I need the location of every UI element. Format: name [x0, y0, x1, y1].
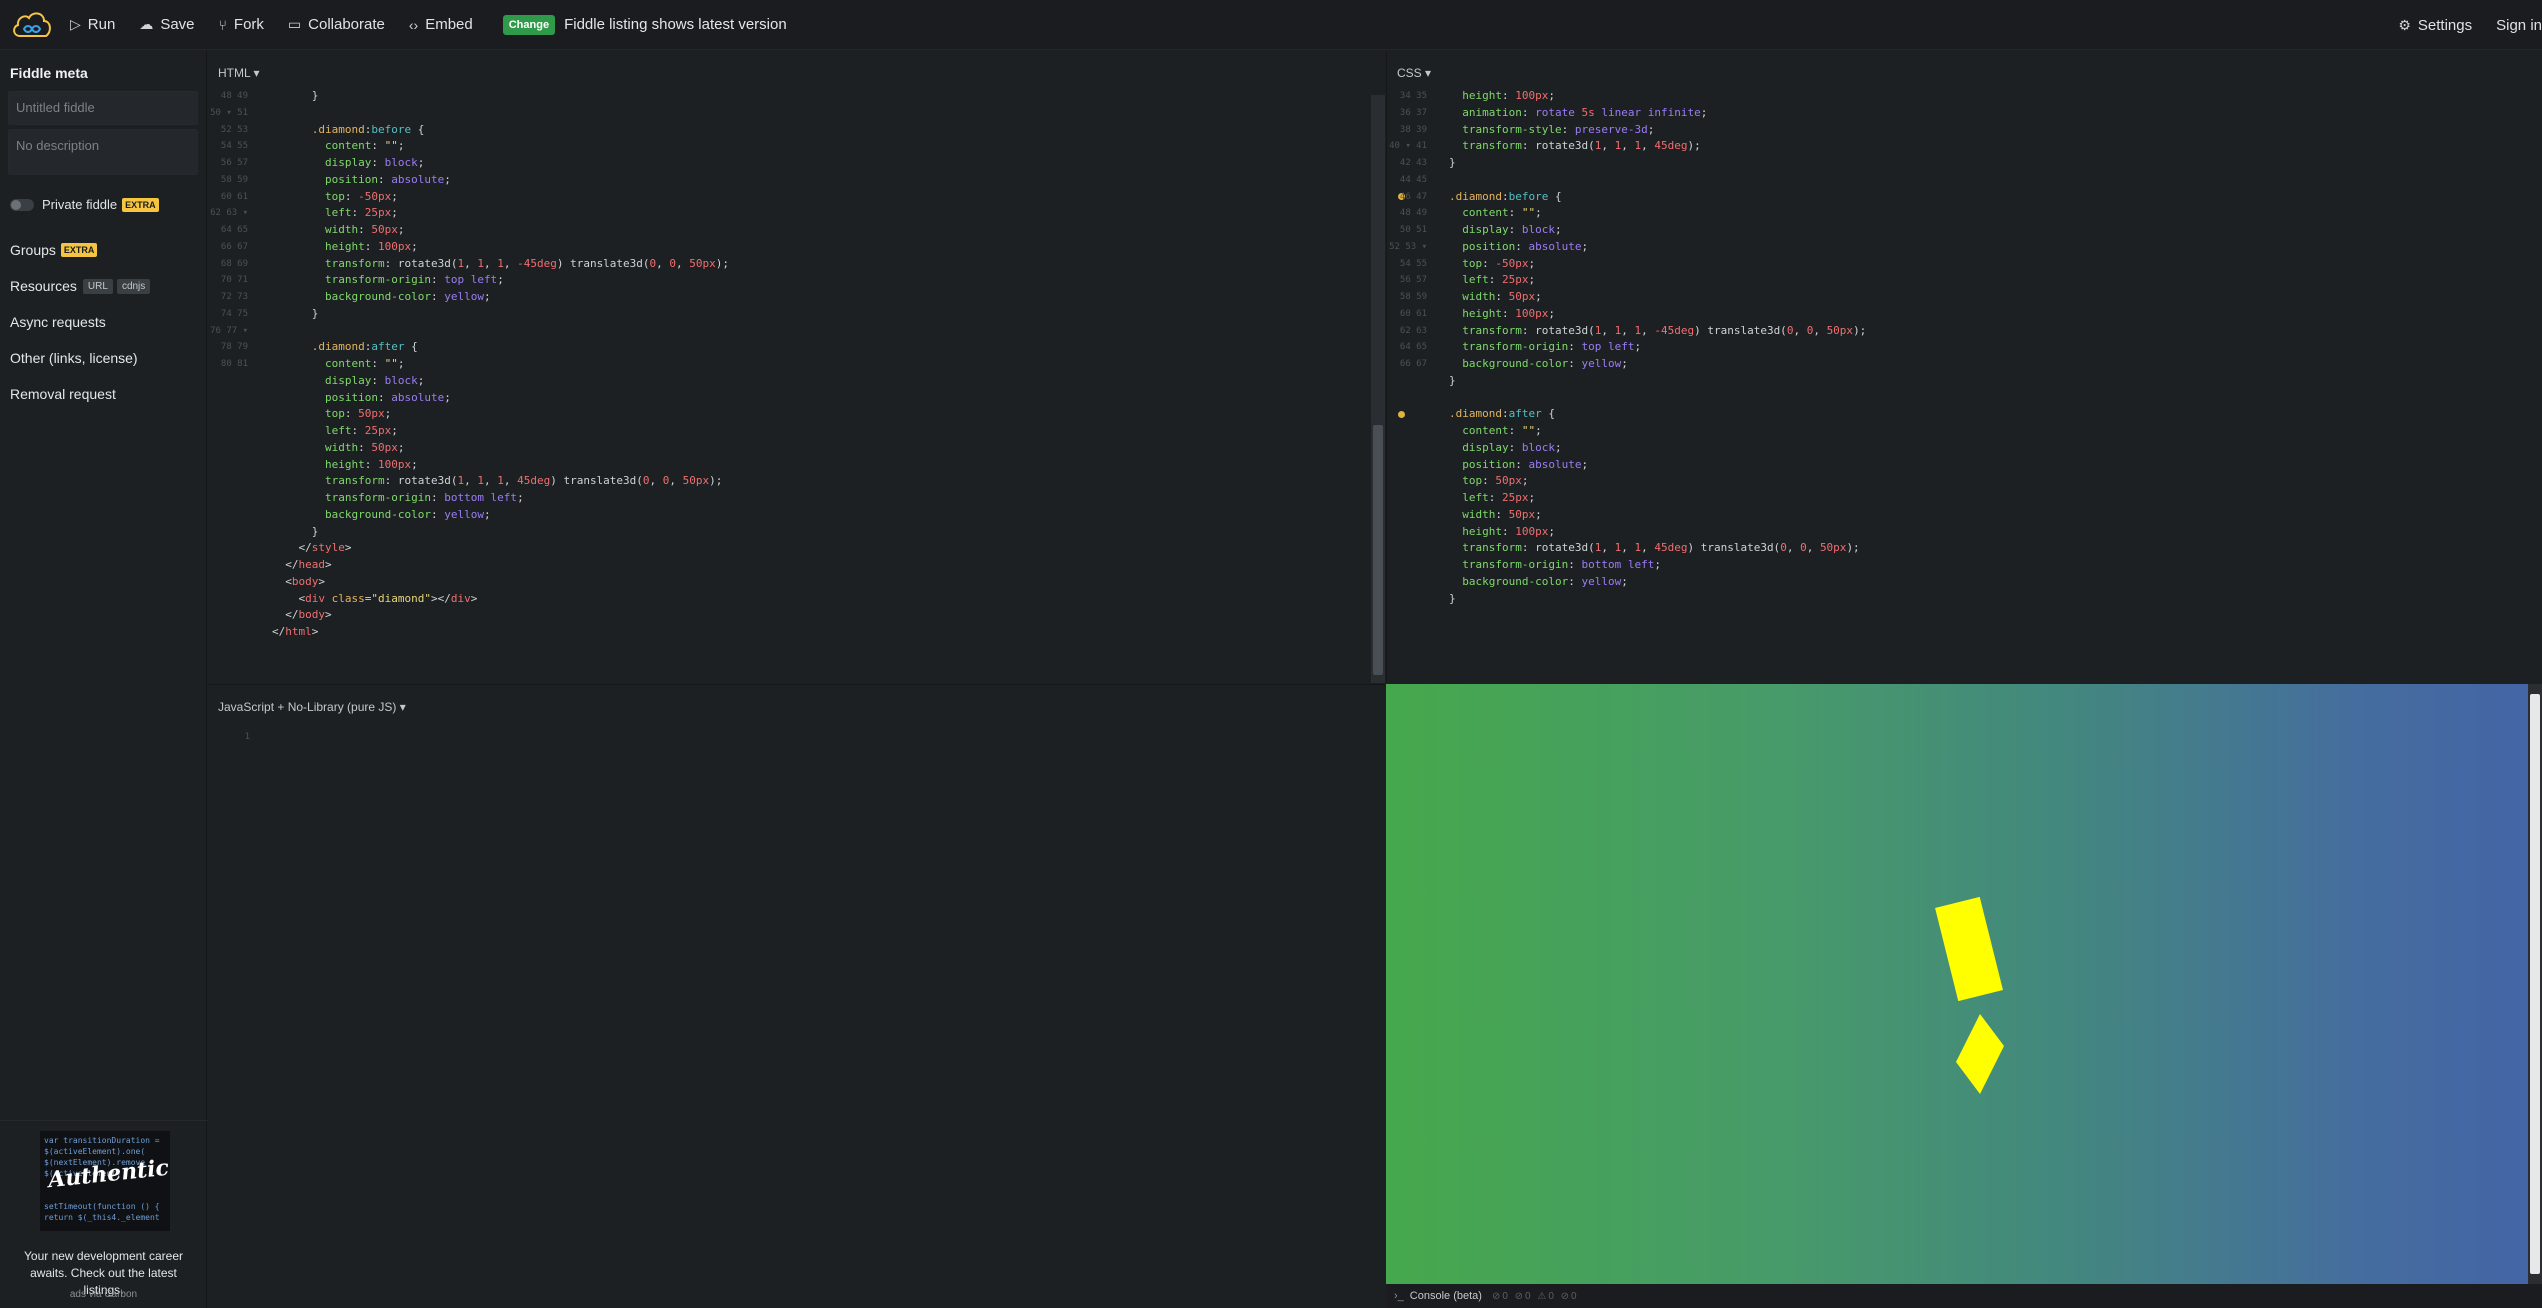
diamond-before-shape — [1935, 896, 2003, 1002]
settings-button[interactable]: ⚙ Settings — [2386, 0, 2484, 50]
save-button[interactable]: ☁ Save — [127, 0, 206, 50]
listing-notice: Fiddle listing shows latest version — [564, 16, 787, 33]
extra-badge: EXTRA — [122, 197, 159, 212]
code-brackets-icon: ‹› — [408, 16, 419, 33]
diamond-after-shape — [1956, 1014, 2004, 1094]
js-code[interactable] — [272, 729, 1372, 1299]
sliders-icon: ⚙ — [2398, 16, 2411, 33]
css-panel: CSS ▾ 34 35 36 37 38 39 40 ▾ 41 42 43 44… — [1386, 51, 2542, 683]
console-counts: ⊘0 ⊘0 ⚠0 ⊘0 — [1491, 1290, 1579, 1302]
fork-icon: ⑂ — [218, 16, 227, 33]
cdnjs-tag[interactable]: cdnjs — [116, 278, 151, 294]
change-button[interactable]: Change — [502, 14, 556, 35]
warning-dot[interactable] — [1398, 411, 1405, 418]
chat-bubble-icon: ▭ — [287, 16, 302, 32]
cloud-upload-icon: ☁ — [139, 16, 154, 32]
ad-image[interactable]: var transitionDuration = $(activeElement)… — [40, 1131, 170, 1231]
js-panel-label[interactable]: JavaScript + No-Library (pure JS) ▾ — [218, 700, 406, 714]
play-icon: ▷ — [70, 16, 81, 32]
js-line-numbers: 1 — [244, 732, 250, 742]
fiddle-name-input[interactable]: Untitled fiddle — [8, 91, 198, 125]
embed-label: Embed — [425, 16, 473, 33]
sidebar-item-groups[interactable]: Groups EXTRA — [10, 232, 206, 268]
console-label[interactable]: Console (beta) — [1410, 1290, 1482, 1302]
fork-button[interactable]: ⑂ Fork — [207, 0, 276, 50]
embed-button[interactable]: ‹› Embed — [397, 0, 485, 50]
html-scrollbar[interactable] — [1371, 95, 1385, 683]
run-button[interactable]: ▷ Run — [58, 0, 127, 50]
sidebar-item-other[interactable]: Other (links, license) — [10, 340, 206, 376]
private-fiddle-row: Private fiddle EXTRA — [10, 197, 206, 212]
ads-via-carbon[interactable]: ads via Carbon — [0, 1289, 207, 1300]
sign-in-label: Sign in — [2496, 16, 2542, 34]
collaborate-button[interactable]: ▭ Collaborate — [276, 0, 397, 50]
result-preview[interactable] — [1386, 684, 2528, 1284]
sign-in-button[interactable]: Sign in — [2484, 0, 2542, 50]
resources-label: Resources — [10, 278, 77, 294]
private-toggle[interactable] — [10, 198, 34, 211]
javascript-panel: JavaScript + No-Library (pure JS) ▾ 1 — [208, 684, 1385, 1308]
sidebar-item-removal[interactable]: Removal request — [10, 376, 206, 412]
css-code[interactable]: height: 100px; animation: rotate 5s line… — [1449, 88, 1866, 607]
html-panel-label[interactable]: HTML ▾ — [218, 66, 260, 80]
html-line-numbers: 48 49 50 ▾ 51 52 53 54 55 56 57 58 59 60… — [210, 91, 248, 369]
css-line-numbers: 34 35 36 37 38 39 40 ▾ 41 42 43 44 45 46… — [1389, 91, 1427, 369]
css-panel-label[interactable]: CSS ▾ — [1397, 66, 1431, 80]
sidebar-item-resources[interactable]: Resources URL cdnjs — [10, 268, 206, 304]
jsfiddle-logo[interactable] — [6, 0, 58, 50]
sidebar: Fiddle meta Untitled fiddle No descripti… — [0, 51, 207, 1308]
url-tag[interactable]: URL — [82, 278, 113, 294]
fork-label: Fork — [233, 16, 264, 33]
sidebar-item-async[interactable]: Async requests — [10, 304, 206, 340]
private-label: Private fiddle — [42, 197, 118, 212]
html-scroll-thumb[interactable] — [1373, 425, 1383, 675]
run-label: Run — [87, 16, 116, 33]
console-bar[interactable]: ›_ Console (beta) ⊘0 ⊘0 ⚠0 ⊘0 — [1386, 1284, 2542, 1308]
settings-label: Settings — [2417, 16, 2473, 34]
fiddle-description-input[interactable]: No description — [8, 129, 198, 175]
extra-badge: EXTRA — [60, 243, 98, 257]
save-label: Save — [160, 16, 195, 33]
html-code[interactable]: } .diamond:before { content: ""; display… — [272, 88, 729, 641]
html-panel: HTML ▾ 48 49 50 ▾ 51 52 53 54 55 56 57 5… — [208, 51, 1385, 683]
top-toolbar: ▷ Run ☁ Save ⑂ Fork ▭ Collaborate ‹› Emb… — [0, 0, 2542, 50]
result-scroll-thumb[interactable] — [2530, 694, 2540, 1274]
chevron-right-icon: ›_ — [1394, 1290, 1404, 1302]
result-scrollbar[interactable] — [2528, 684, 2542, 1284]
collaborate-label: Collaborate — [308, 16, 385, 33]
groups-label: Groups — [10, 242, 56, 258]
carbon-ad[interactable]: var transitionDuration = $(activeElement)… — [0, 1120, 207, 1308]
sidebar-title: Fiddle meta — [10, 65, 88, 81]
